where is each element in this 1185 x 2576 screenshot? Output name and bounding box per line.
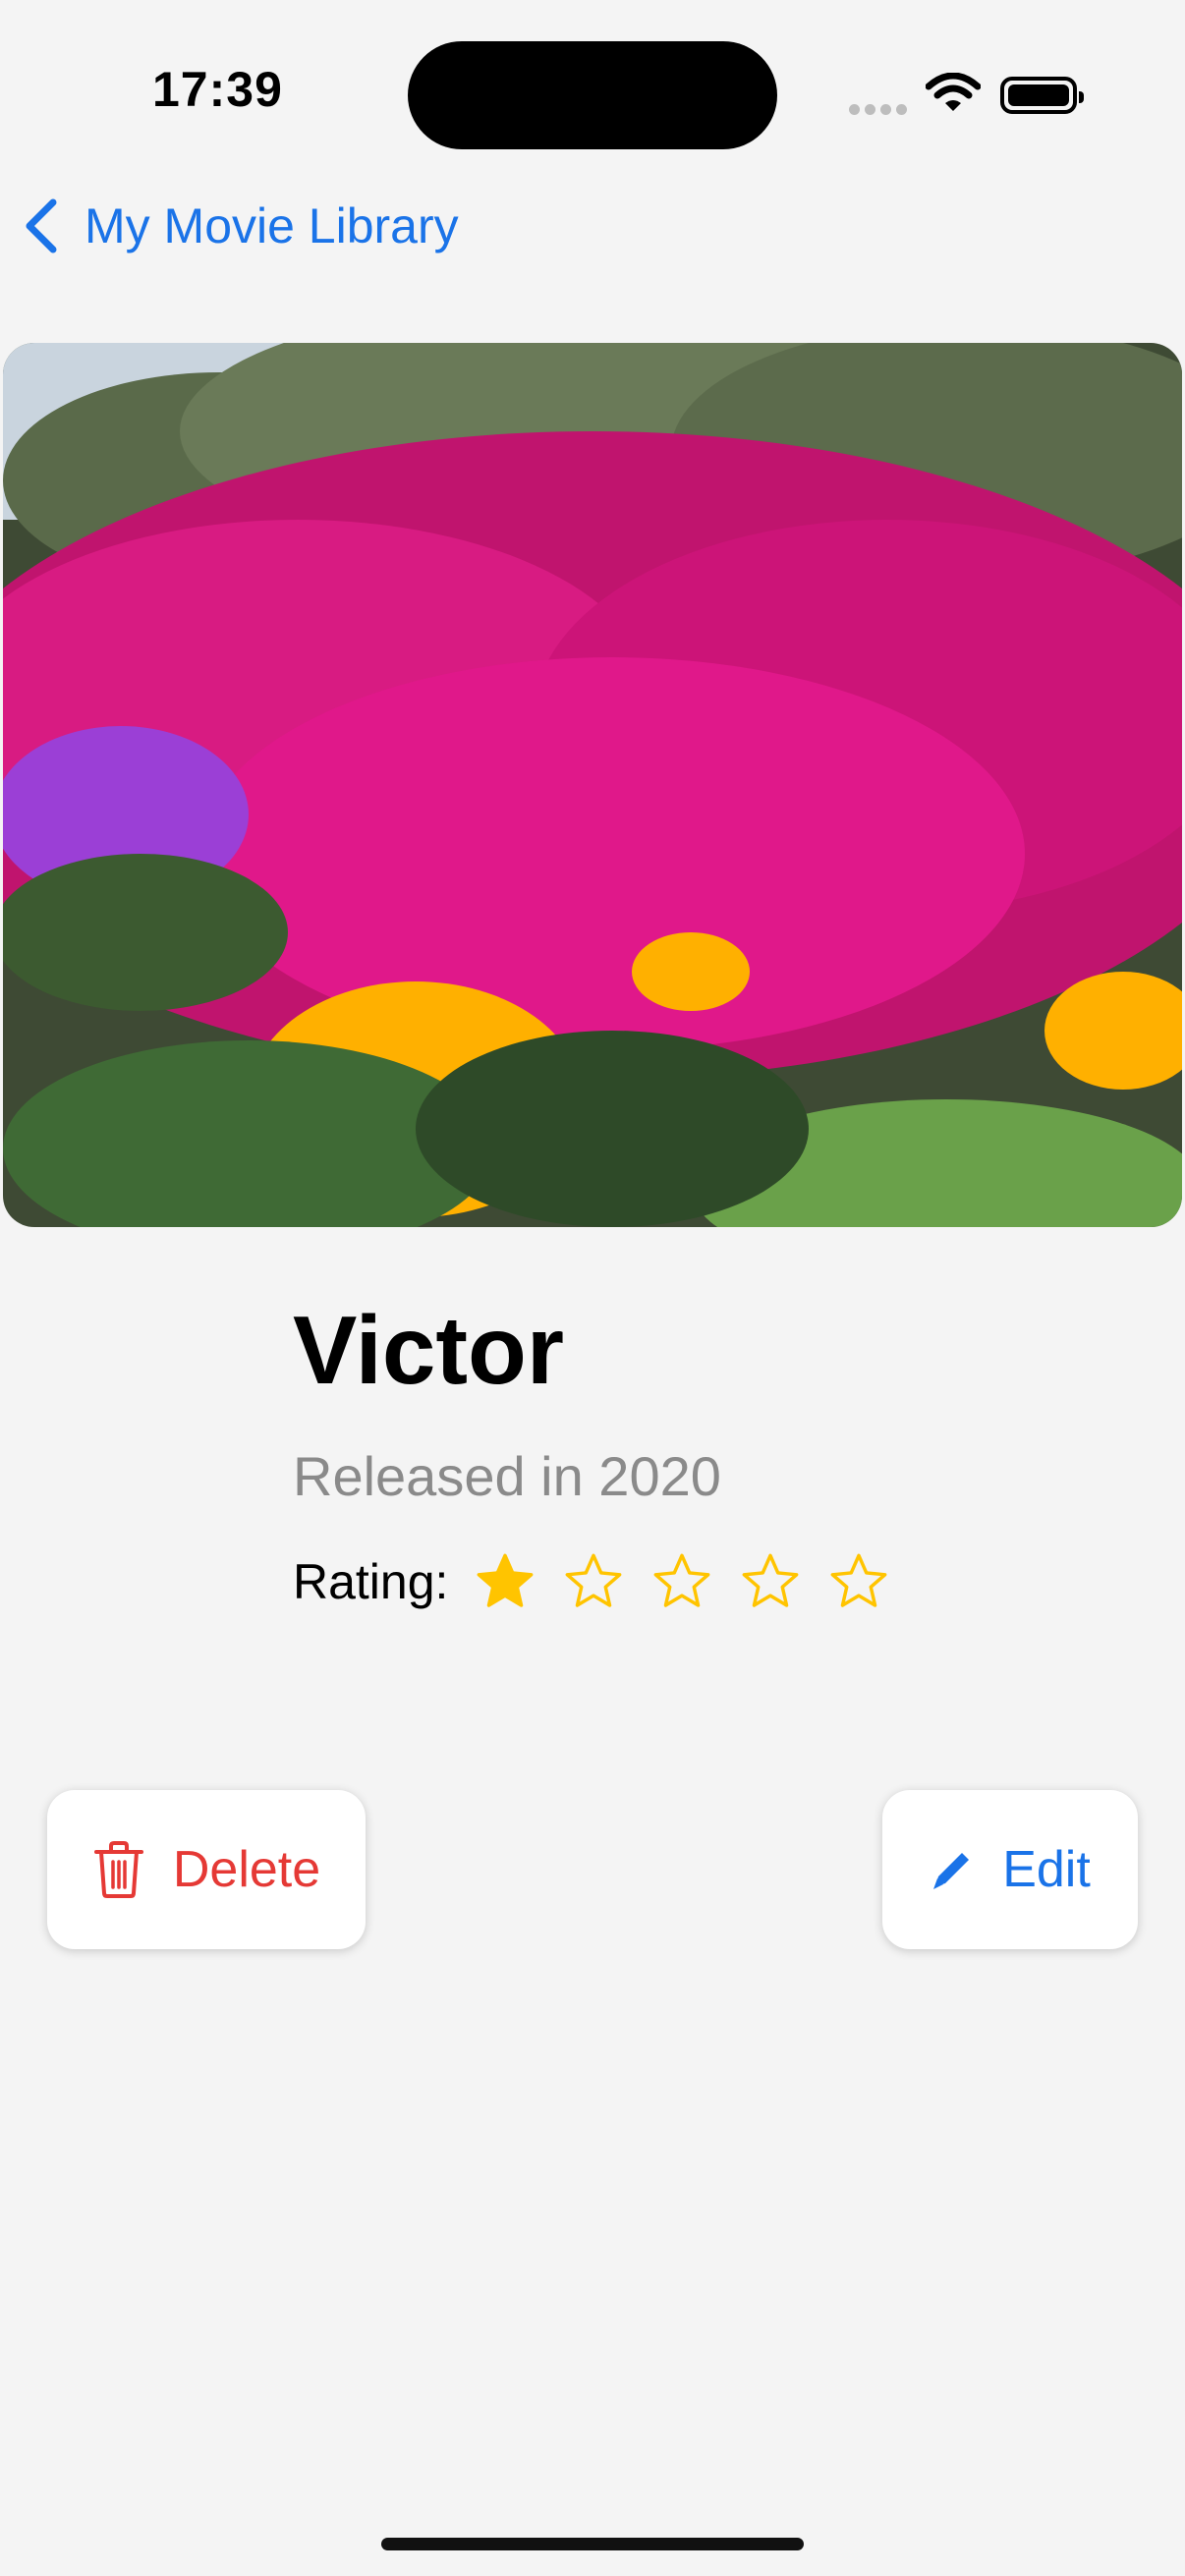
pencil-icon: [933, 1853, 970, 1889]
wifi-icon: [925, 72, 982, 119]
rating-row: Rating:: [293, 1550, 916, 1613]
cellular-signal-icon: [849, 102, 912, 120]
edit-button-label: Edit: [1002, 1841, 1091, 1898]
battery-icon: [1000, 77, 1084, 114]
delete-button[interactable]: Delete: [47, 1790, 366, 1949]
trash-icon: [93, 1841, 143, 1898]
dynamic-island: [408, 41, 777, 149]
movie-poster-image: [3, 343, 1182, 1227]
star-4-icon[interactable]: [739, 1550, 802, 1613]
star-1-icon[interactable]: [474, 1550, 536, 1613]
back-button[interactable]: My Movie Library: [22, 196, 459, 255]
release-year: Released in 2020: [293, 1445, 721, 1507]
back-button-label: My Movie Library: [85, 198, 459, 253]
status-time: 17:39: [152, 62, 283, 117]
movie-title: Victor: [293, 1296, 564, 1404]
delete-button-label: Delete: [172, 1841, 321, 1898]
star-2-icon[interactable]: [562, 1550, 625, 1613]
rating-label: Rating:: [293, 1554, 449, 1609]
star-3-icon[interactable]: [650, 1550, 713, 1613]
edit-button[interactable]: Edit: [882, 1790, 1138, 1949]
star-5-icon[interactable]: [827, 1550, 890, 1613]
chevron-left-icon: [26, 198, 57, 253]
home-indicator[interactable]: [381, 2538, 804, 2550]
